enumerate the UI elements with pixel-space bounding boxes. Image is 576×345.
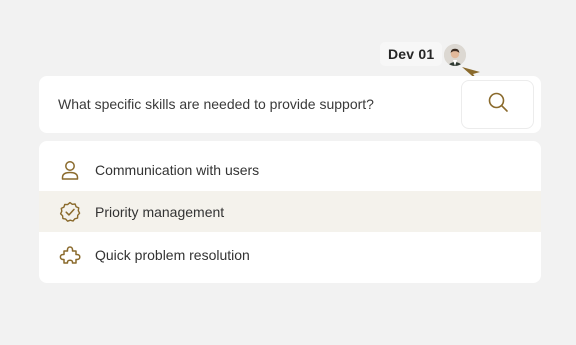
puzzle-icon: [58, 243, 82, 267]
list-item[interactable]: Priority management: [39, 191, 541, 232]
search-button[interactable]: [461, 80, 534, 129]
user-icon: [58, 158, 82, 182]
check-badge-icon: [58, 200, 82, 224]
list-item-label: Communication with users: [95, 162, 260, 178]
search-query[interactable]: What specific skills are needed to provi…: [58, 76, 374, 133]
list-item[interactable]: Communication with users: [39, 149, 541, 191]
list-item[interactable]: Quick problem resolution: [39, 233, 541, 277]
list-item-label: Priority management: [95, 203, 225, 220]
search-icon: [487, 91, 509, 118]
list-item-label: Quick problem resolution: [95, 247, 250, 263]
suggestions-list: Communication with users Priority manage…: [39, 141, 541, 283]
search-bar[interactable]: What specific skills are needed to provi…: [39, 76, 541, 133]
user-name-tag: Dev 01: [380, 42, 443, 66]
